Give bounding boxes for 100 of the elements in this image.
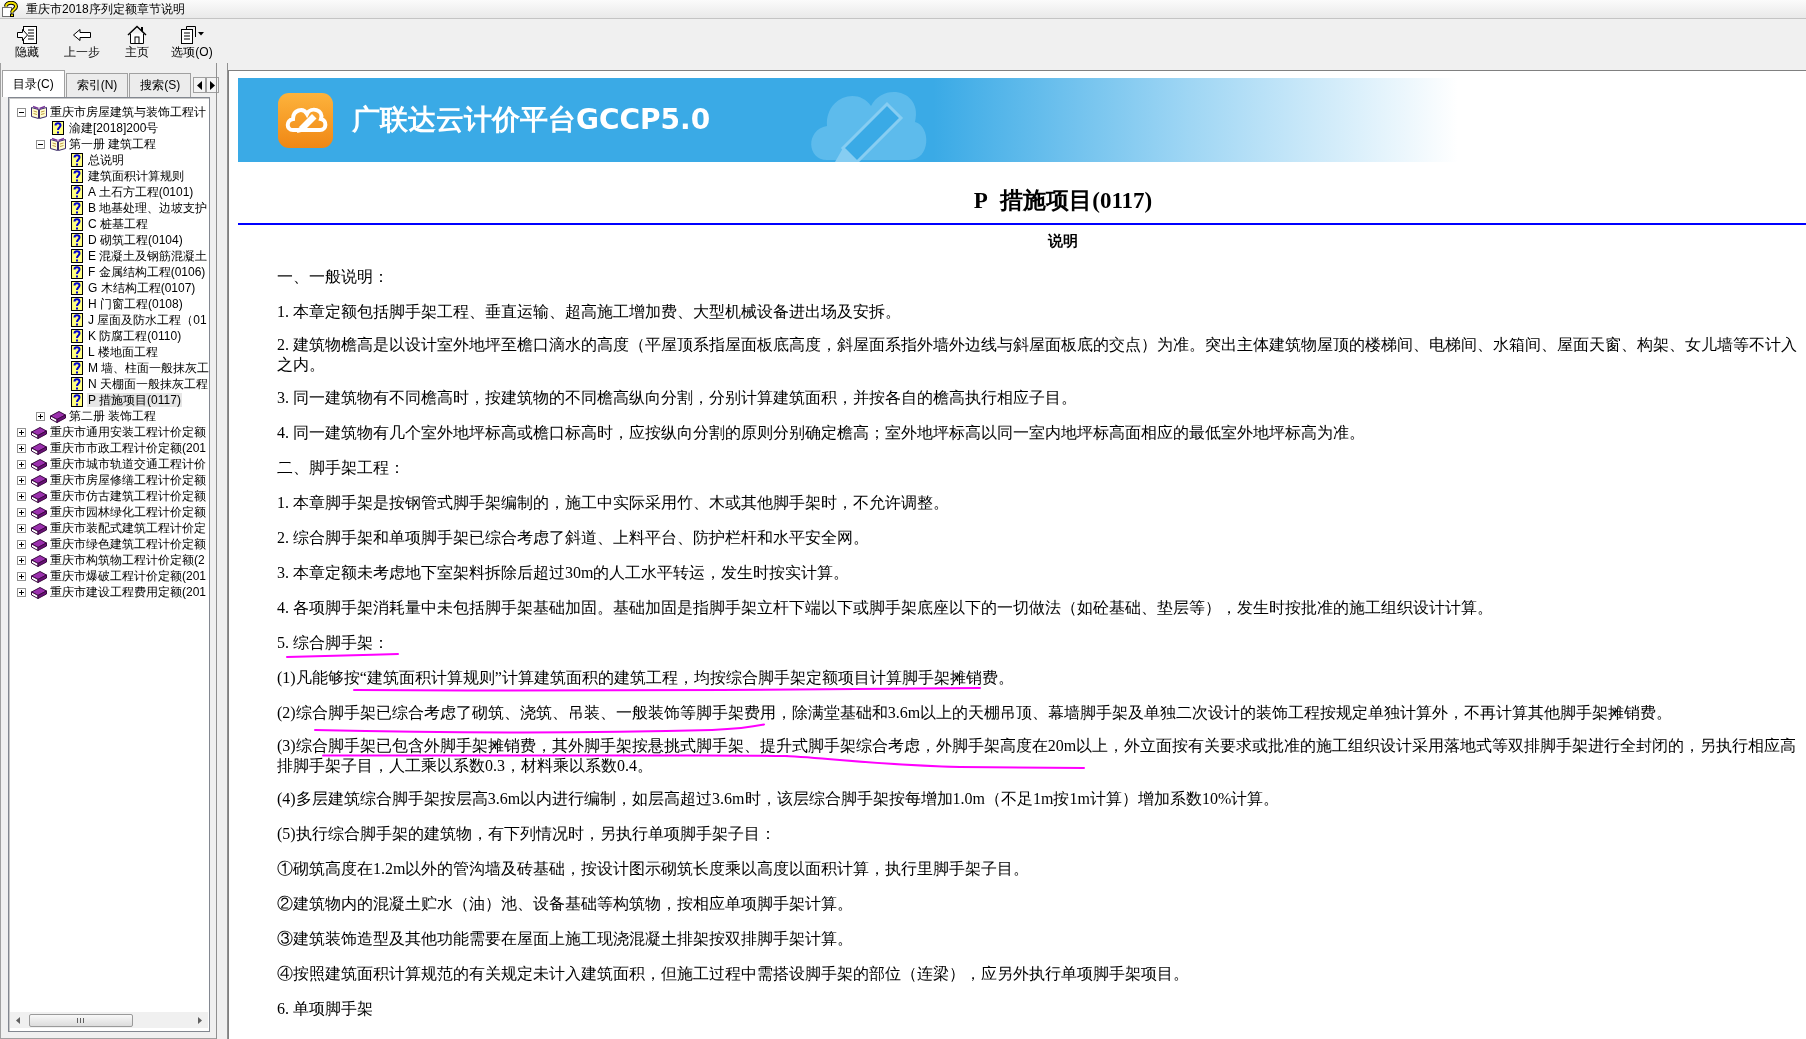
tree-item[interactable]: N 天棚面一般抹灰工程 xyxy=(87,377,209,391)
tree-item[interactable]: 重庆市园林绿化工程计价定额 xyxy=(49,505,207,519)
tab-scroll-left-button[interactable] xyxy=(193,77,207,93)
text-line: 3. 本章定额未考虑地下室架料拆除后超过30m的人工水平转运，发生时按实计算。 xyxy=(277,564,850,581)
help-page-icon xyxy=(52,121,64,135)
tree-item[interactable]: 重庆市建设工程费用定额(201 xyxy=(49,585,208,599)
back-button[interactable]: 上一步 xyxy=(56,22,108,61)
options-button[interactable]: 选项(O) xyxy=(166,22,218,61)
tree-item[interactable]: L 楼地面工程 xyxy=(87,345,159,359)
tab[interactable]: 搜索(S) xyxy=(129,73,192,97)
book-icon xyxy=(31,585,47,599)
page-title: P 措施项目(0117) xyxy=(972,188,1154,214)
tree-item[interactable]: G 木结构工程(0107) xyxy=(87,281,197,295)
tree-item[interactable]: C 桩基工程 xyxy=(87,217,149,231)
help-page-icon xyxy=(71,329,83,343)
tree-item[interactable]: 重庆市爆破工程计价定额(201 xyxy=(49,569,208,583)
text-line: 6. 单项脚手架 xyxy=(277,1000,373,1017)
text-line: 之内。 xyxy=(277,356,325,373)
help-page-icon xyxy=(71,153,83,167)
tree-item[interactable]: A 土石方工程(0101) xyxy=(87,185,195,199)
book-icon xyxy=(31,489,47,503)
tree-item[interactable]: J 屋面及防水工程（01 xyxy=(87,313,208,327)
help-page-icon xyxy=(71,185,83,199)
expand-icon[interactable] xyxy=(17,459,26,469)
text-line: (5)执行综合脚手架的建筑物，有下列情况时，另执行单项脚手架子目： xyxy=(277,825,776,842)
tree-item[interactable]: 总说明 xyxy=(87,153,125,167)
tree-item[interactable]: 重庆市装配式建筑工程计价定 xyxy=(49,521,207,535)
text-line: 3. 同一建筑物有不同檐高时，按建筑物的不同檐高纵向分割，分别计算建筑面积，并按各自的檐高执行相应子目。 xyxy=(277,389,1077,406)
hide-button[interactable]: 隐藏 xyxy=(1,22,53,61)
horizontal-scrollbar[interactable] xyxy=(10,1012,208,1028)
expand-icon[interactable] xyxy=(17,523,26,533)
tree-item[interactable]: D 砌筑工程(0104) xyxy=(87,233,184,247)
expand-icon[interactable] xyxy=(17,587,26,597)
tree-item[interactable]: 重庆市房屋修缮工程计价定额 xyxy=(49,473,207,487)
tab[interactable]: 索引(N) xyxy=(65,73,129,97)
book-icon xyxy=(31,553,47,567)
tree-item[interactable]: F 金属结构工程(0106) xyxy=(87,265,207,279)
book-icon xyxy=(31,505,47,519)
help-page-icon xyxy=(71,249,83,263)
tree-item[interactable]: 重庆市构筑物工程计价定额(2 xyxy=(49,553,206,567)
tab[interactable]: 目录(C) xyxy=(2,70,65,97)
help-page-icon xyxy=(71,297,83,311)
text-line: (3)综合脚手架已包含外脚手架摊销费，其外脚手架按悬挑式脚手架、提升式脚手架综合考虑，外脚手架高度在20m以上，外立面按有关要求或批准的施工组织设计采用落地式等双排脚手架进行全封闭的，另执行相应高 xyxy=(277,737,1797,754)
help-page-icon xyxy=(71,345,83,359)
text-line: 1. 本章脚手架是按钢管式脚手架编制的，施工中实际采用竹、木或其他脚手架时，不允许调整。 xyxy=(277,494,949,511)
expand-icon[interactable] xyxy=(17,571,26,581)
expand-icon[interactable] xyxy=(17,491,26,501)
expand-icon[interactable] xyxy=(17,475,26,485)
window-title: 重庆市2018序列定额章节说明 xyxy=(26,2,185,16)
tree-item[interactable]: 重庆市市政工程计价定额(201 xyxy=(49,441,208,455)
collapse-icon[interactable] xyxy=(17,107,26,117)
text-line: 一、一般说明： xyxy=(277,268,389,285)
scroll-right-icon[interactable] xyxy=(198,1016,202,1024)
text-line: (1)凡能够按“建筑面积计算规则”计算建筑面积的建筑工程，均按综合脚手架定额项目计算脚手架摊销费。 xyxy=(277,669,1014,686)
scrollbar-thumb[interactable] xyxy=(29,1013,133,1027)
collapse-icon[interactable] xyxy=(36,139,45,149)
tree-item[interactable]: 重庆市房屋建筑与装饰工程计 xyxy=(49,105,207,119)
tree-item[interactable]: K 防腐工程(0110) xyxy=(87,329,183,343)
text-line: ④按照建筑面积计算规范的有关规定未计入建筑面积，但施工过程中需搭设脚手架的部位（连梁），应另外执行单项脚手架项目。 xyxy=(277,965,1189,982)
text-line: 2. 建筑物檐高是以设计室外地坪至檐口滴水的高度（平屋顶系指屋面板底高度，斜屋面系指外墙外边线与斜屋面板底的交点）为准。突出主体建筑物屋顶的楼梯间、电梯间、水箱间、屋面天窗、构架、女儿墙等不计入 xyxy=(277,336,1797,353)
home-icon xyxy=(126,24,148,45)
tree-item[interactable]: 重庆市仿古建筑工程计价定额 xyxy=(49,489,207,503)
tree-item[interactable]: P 措施项目(0117) xyxy=(87,393,182,407)
text-line: 二、脚手架工程： xyxy=(277,459,405,476)
open-book-icon xyxy=(31,105,47,119)
logo-icon xyxy=(278,92,333,148)
expand-icon[interactable] xyxy=(36,411,45,421)
section-title: 说明 xyxy=(1046,232,1079,250)
tree-item[interactable]: 重庆市城市轨道交通工程计价 xyxy=(49,457,207,471)
back-arrow-icon xyxy=(72,27,92,42)
help-page-icon xyxy=(71,169,83,183)
tree-item[interactable]: 渝建[2018]200号 xyxy=(68,121,160,135)
expand-icon[interactable] xyxy=(17,443,26,453)
text-line: ①砌筑高度在1.2m以外的管沟墙及砖基础，按设计图示砌筑长度乘以高度以面积计算，执行里脚手架子目。 xyxy=(277,860,1030,877)
tree-item[interactable]: E 混凝土及钢筋混凝土 xyxy=(87,249,209,263)
expand-icon[interactable] xyxy=(17,539,26,549)
open-book-icon xyxy=(50,137,66,151)
text-line: 4. 各项脚手架消耗量中未包括脚手架基础加固。基础加固是指脚手架立杆下端以下或脚手架底座以下的一切做法（如砼基础、垫层等），发生时按批准的施工组织设计计算。 xyxy=(277,599,1493,616)
tree-item[interactable]: 重庆市绿色建筑工程计价定额 xyxy=(49,537,207,551)
tree-item[interactable]: 建筑面积计算规则 xyxy=(87,169,185,183)
book-icon xyxy=(31,569,47,583)
text-line: (4)多层建筑综合脚手架按层高3.6m以内进行编制，如层高超过3.6m时，该层综合脚手架按每增加1.0m（不足1m按1m计算）增加系数10%计算。 xyxy=(277,790,1280,807)
book-icon xyxy=(31,537,47,551)
text-line: 5. 综合脚手架： xyxy=(277,634,389,651)
tree-item[interactable]: 重庆市通用安装工程计价定额 xyxy=(49,425,207,439)
help-page-icon xyxy=(71,313,83,327)
expand-icon[interactable] xyxy=(17,555,26,565)
tree-item[interactable]: 第一册 建筑工程 xyxy=(68,137,158,151)
help-page-icon xyxy=(71,377,83,391)
expand-icon[interactable] xyxy=(17,427,26,437)
tree-item[interactable]: H 门窗工程(0108) xyxy=(87,297,184,311)
book-icon xyxy=(31,473,47,487)
tree-item[interactable]: 第二册 装饰工程 xyxy=(68,409,158,423)
text-line: ②建筑物内的混凝土贮水（油）池、设备基础等构筑物，按相应单项脚手架计算。 xyxy=(277,895,853,912)
scroll-left-icon[interactable] xyxy=(16,1016,20,1024)
home-button[interactable]: 主页 xyxy=(111,22,163,61)
expand-icon[interactable] xyxy=(17,507,26,517)
tree-item[interactable]: B 地基处理、边坡支护 xyxy=(87,201,209,215)
help-icon xyxy=(2,1,18,17)
tree-item[interactable]: M 墙、柱面一般抹灰工 xyxy=(87,361,209,375)
